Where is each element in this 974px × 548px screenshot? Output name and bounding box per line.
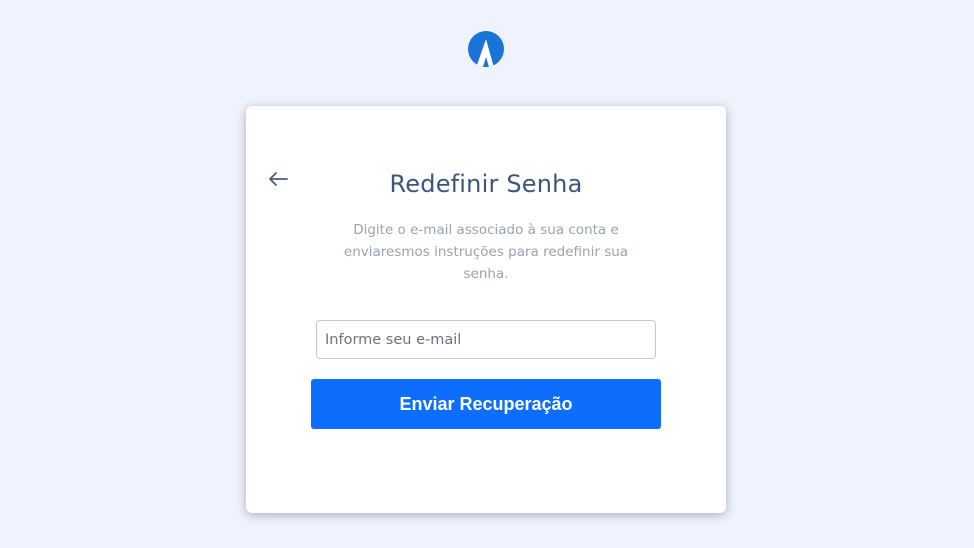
reset-password-card: Redefinir Senha Digite o e-mail associad… [246, 106, 726, 513]
instructions-text: Digite o e-mail associado à sua conta e … [343, 222, 629, 282]
page-title: Redefinir Senha [389, 170, 583, 198]
send-recovery-button[interactable]: Enviar Recuperação [311, 379, 661, 429]
email-field[interactable] [316, 320, 656, 359]
brand-logo-icon [468, 31, 504, 67]
